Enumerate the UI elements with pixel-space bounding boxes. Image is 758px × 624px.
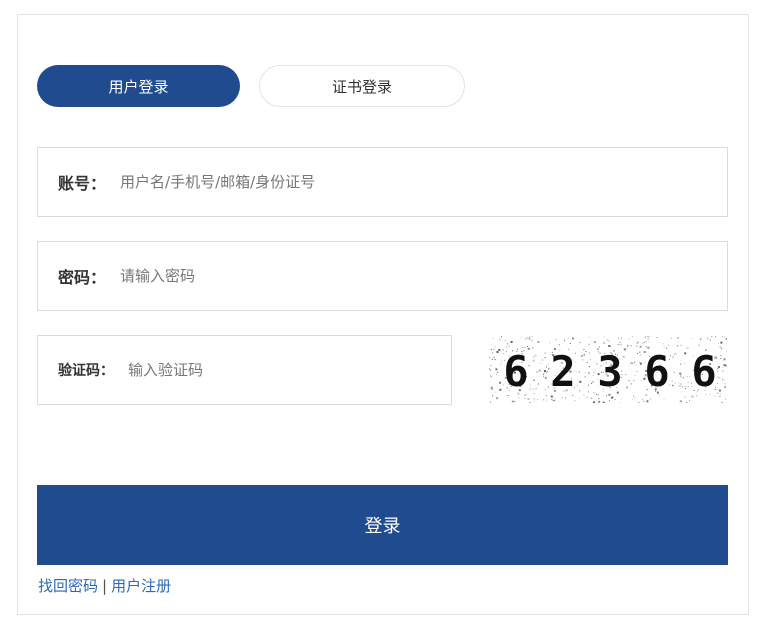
register-link[interactable]: 用户注册 [111,577,171,595]
tab-cert-login[interactable]: 证书登录 [259,65,465,107]
login-panel: 用户登录 证书登录 账号： 密码： 验证码： 62366 登录 找回密码|用户注… [17,14,749,615]
forgot-password-link[interactable]: 找回密码 [38,577,98,595]
captcha-char: 3 [597,347,622,396]
captcha-input[interactable] [128,361,451,379]
captcha-char: 6 [691,347,716,396]
captcha-field: 验证码： [37,335,452,405]
captcha-char: 6 [503,347,528,396]
account-input[interactable] [120,173,727,191]
password-field: 密码： [37,241,728,311]
link-separator: | [102,577,108,595]
account-label: 账号： [58,174,107,193]
account-field: 账号： [37,147,728,217]
password-label: 密码： [58,268,107,287]
login-button[interactable]: 登录 [37,485,728,565]
footer-links: 找回密码 | 用户注册 [38,575,171,596]
captcha-char: 6 [644,347,669,396]
captcha-char: 2 [550,347,575,396]
password-input[interactable] [120,267,727,285]
captcha-image[interactable]: 62366 [489,336,727,403]
captcha-label: 验证码： [58,363,114,379]
tab-user-login[interactable]: 用户登录 [37,65,240,107]
